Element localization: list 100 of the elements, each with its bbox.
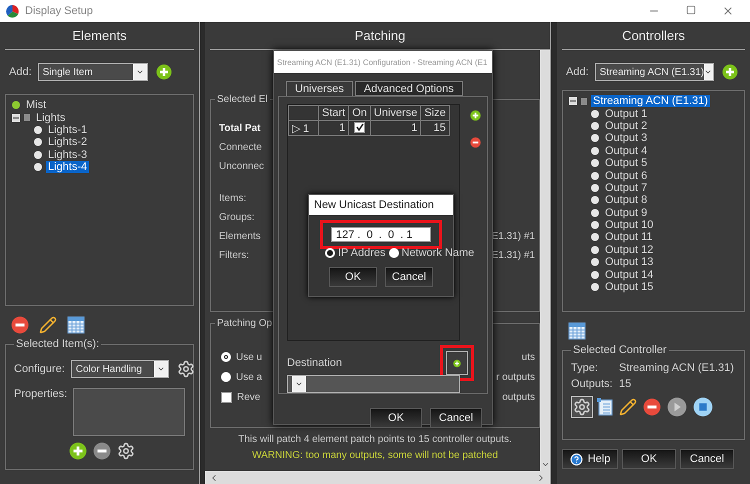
close-icon[interactable] (722, 5, 734, 17)
add-button[interactable] (720, 62, 740, 82)
destination-dropdown[interactable] (287, 375, 460, 393)
add-button[interactable] (154, 62, 174, 82)
checkbox[interactable] (354, 122, 366, 133)
dialog-button[interactable]: OK (329, 267, 377, 287)
help-icon (570, 452, 583, 466)
tree-item[interactable]: Output 7 (603, 182, 650, 194)
dialog-button[interactable]: Cancel (385, 267, 433, 287)
tree-item[interactable]: Output 10 (603, 219, 656, 232)
grid-button[interactable] (566, 320, 588, 342)
option-label: Use u (236, 352, 262, 362)
element-type-dropdown[interactable]: Single Item (38, 63, 148, 81)
tree-item[interactable]: Output 4 (603, 144, 650, 157)
edit-button[interactable] (617, 396, 639, 418)
delete-button[interactable] (9, 314, 31, 336)
scrollbar[interactable] (540, 50, 550, 471)
dialog-button[interactable]: Cancel (680, 449, 734, 469)
remove-universe-button[interactable] (468, 135, 483, 150)
panel-heading: Elements (5, 22, 194, 50)
tree-item[interactable]: Lights-2 (46, 136, 90, 148)
scroll-down-icon[interactable] (540, 460, 550, 469)
scrollbar[interactable] (205, 471, 550, 484)
tree-item[interactable]: Output 12 (603, 244, 656, 256)
tree-item[interactable]: Lights-3 (46, 148, 90, 161)
table-cell: 1 (370, 120, 421, 136)
tree-item[interactable]: Output 15 (603, 281, 656, 294)
splitter[interactable] (199, 22, 205, 484)
delete-icon (92, 442, 110, 460)
table-cell: 15 (420, 120, 450, 136)
grid-button[interactable] (65, 314, 87, 336)
tree-item[interactable]: Mist (24, 99, 48, 112)
node-icon (591, 196, 599, 204)
dialog-button[interactable]: OK (370, 408, 422, 428)
tree-item[interactable]: Output 1 (603, 108, 650, 120)
dialog-button[interactable]: Cancel (430, 408, 482, 428)
stop-button[interactable] (691, 395, 715, 419)
tree-item[interactable]: Output 11 (603, 231, 654, 244)
tree-item[interactable]: Lights-4 (46, 161, 90, 174)
tree-item[interactable]: Output 5 (603, 157, 650, 170)
controller-type-dropdown[interactable]: Streaming ACN (E1.31) (594, 63, 714, 81)
configure-dropdown[interactable]: Color Handling (70, 360, 169, 378)
node-icon (591, 208, 599, 217)
checkbox[interactable] (221, 392, 232, 402)
option-label: outputs (502, 392, 535, 402)
add-universe-button[interactable] (468, 108, 483, 123)
collapse-toggle[interactable] (12, 114, 20, 122)
tree-item[interactable]: Output 8 (603, 194, 650, 206)
radio-button[interactable] (221, 352, 231, 362)
tree-item[interactable]: Lights-1 (46, 124, 90, 136)
radio-label: Network Name (402, 247, 474, 259)
minus-icon (13, 114, 19, 121)
tree-item[interactable]: Output 6 (603, 170, 650, 182)
add-label: Add: (566, 66, 589, 78)
stat-label: Items: (219, 193, 246, 204)
table-header: Size (420, 106, 450, 120)
tab[interactable]: Universes (286, 81, 353, 96)
panel-heading: Controllers (562, 22, 745, 50)
tree-item[interactable]: Output 14 (603, 268, 656, 281)
row-marker: ▷ 1 (288, 120, 318, 136)
radio-button[interactable] (325, 248, 335, 258)
edit-button[interactable] (37, 314, 59, 336)
node-icon (12, 101, 20, 110)
add-button[interactable] (66, 440, 88, 462)
app-logo (6, 4, 19, 18)
node-icon (591, 283, 599, 292)
option-label: uts (522, 352, 535, 362)
node-icon (34, 138, 42, 146)
tree-item[interactable]: Output 3 (603, 132, 650, 144)
stat-label: Total Pat (219, 123, 260, 134)
tab[interactable]: Advanced Options (354, 81, 463, 96)
stat-label: Filters: (219, 250, 249, 261)
maximize-icon[interactable] (686, 5, 696, 15)
splitter[interactable] (550, 22, 557, 484)
group-title: Selected El (216, 94, 269, 105)
radio-label: IP Addres (338, 247, 386, 259)
stat-label: Unconnec (219, 161, 264, 172)
add-icon (470, 110, 481, 121)
tree-item[interactable]: Lights (34, 112, 68, 124)
tree-item[interactable]: Streaming ACN (E1.31) (591, 95, 710, 108)
collapse-toggle[interactable] (569, 97, 577, 106)
dialog-button[interactable]: OK (622, 449, 676, 469)
list-button[interactable] (595, 396, 615, 418)
node-icon (591, 172, 599, 180)
delete-button[interactable] (641, 396, 663, 418)
ip-address-field[interactable]: 127 . 0 . 0 . 1 (331, 227, 431, 242)
group-icon (24, 114, 30, 122)
add-destination-button[interactable] (446, 351, 468, 375)
option-label: Use a (236, 372, 262, 382)
tree-item[interactable]: Output 2 (603, 120, 650, 132)
help-button[interactable]: Help (562, 449, 618, 469)
node-icon (591, 270, 599, 279)
tree-item[interactable]: Output 13 (603, 256, 656, 268)
delete-icon (470, 137, 481, 148)
radio-button[interactable] (221, 372, 231, 382)
gear-button[interactable] (571, 396, 593, 418)
patch-summary: This will patch 4 element patch points to 15 controller outputs. (237, 434, 513, 445)
radio-button[interactable] (388, 248, 398, 258)
tree-item[interactable]: Output 9 (603, 206, 650, 219)
add-icon (68, 442, 86, 460)
